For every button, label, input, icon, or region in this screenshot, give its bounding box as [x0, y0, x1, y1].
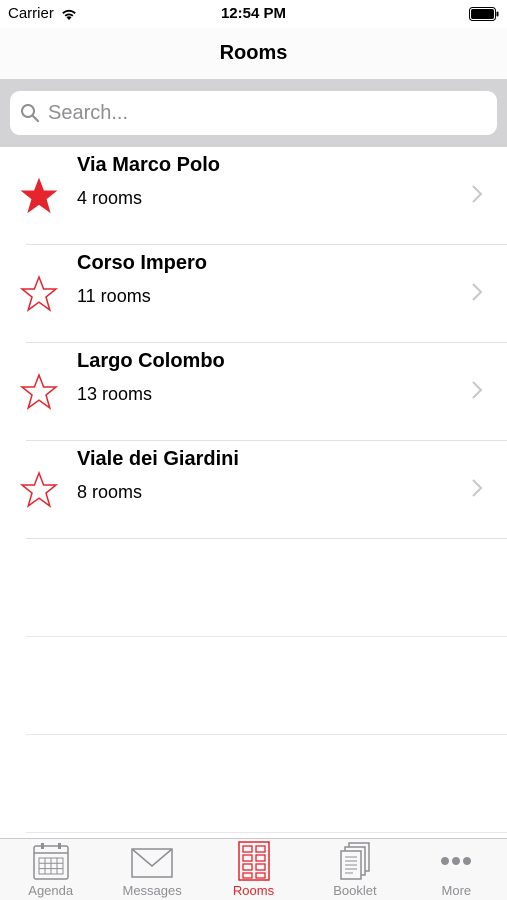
tab-more[interactable]: More — [406, 839, 507, 900]
rooms-list: Via Marco Polo 4 rooms Corso Impero 11 r… — [0, 147, 507, 539]
room-count: 4 rooms — [77, 188, 143, 208]
more-dots-icon — [441, 857, 472, 865]
tab-booklet[interactable]: Booklet — [304, 839, 405, 900]
star-outline-icon[interactable] — [20, 471, 58, 509]
star-filled-icon[interactable] — [20, 177, 58, 215]
list-item[interactable]: Corso Impero 11 rooms — [0, 245, 507, 343]
status-bar: Carrier 12:54 PM — [0, 0, 507, 28]
chevron-right-icon — [472, 185, 483, 203]
search-icon — [21, 104, 40, 123]
tab-label: Rooms — [232, 883, 275, 898]
empty-row-divider — [26, 734, 507, 735]
navigation-bar: Rooms — [0, 28, 507, 79]
room-name: Viale dei Giardini — [77, 448, 239, 470]
tab-rooms[interactable]: Rooms — [203, 839, 304, 900]
app-screen: Carrier 12:54 PM Rooms Search... Via Mar… — [0, 0, 507, 900]
page-title: Rooms — [219, 42, 288, 64]
tab-agenda[interactable]: Agenda — [0, 839, 101, 900]
room-count: 11 rooms — [77, 286, 151, 306]
tab-label: Booklet — [333, 883, 377, 898]
room-name: Corso Impero — [77, 252, 208, 274]
list-item[interactable]: Largo Colombo 13 rooms — [0, 343, 507, 441]
chevron-right-icon — [472, 283, 483, 301]
tab-bar: Agenda Messages Rooms Booklet More — [0, 838, 507, 900]
status-time: 12:54 PM — [220, 5, 287, 22]
row-divider — [26, 538, 507, 539]
room-count: 8 rooms — [77, 482, 143, 502]
room-count: 13 rooms — [77, 384, 153, 404]
room-name: Via Marco Polo — [77, 154, 221, 176]
envelope-icon — [131, 848, 173, 878]
star-outline-icon[interactable] — [20, 373, 58, 411]
list-item[interactable]: Viale dei Giardini 8 rooms — [0, 441, 507, 539]
chevron-right-icon — [472, 381, 483, 399]
empty-row-divider — [26, 832, 507, 833]
booklet-icon — [340, 842, 370, 880]
list-item[interactable]: Via Marco Polo 4 rooms — [0, 147, 507, 245]
search-input[interactable] — [48, 101, 468, 125]
tab-label: Agenda — [28, 883, 74, 898]
tab-messages[interactable]: Messages — [101, 839, 202, 900]
calendar-icon — [32, 843, 69, 880]
battery-icon — [469, 7, 499, 21]
tab-label: More — [441, 883, 472, 898]
search-bar — [0, 79, 507, 147]
tab-label: Messages — [122, 883, 182, 898]
star-outline-icon[interactable] — [20, 275, 58, 313]
building-icon — [237, 841, 270, 881]
search-field[interactable] — [10, 91, 497, 135]
chevron-right-icon — [472, 479, 483, 497]
room-name: Largo Colombo — [77, 350, 225, 372]
empty-row-divider — [26, 636, 507, 637]
